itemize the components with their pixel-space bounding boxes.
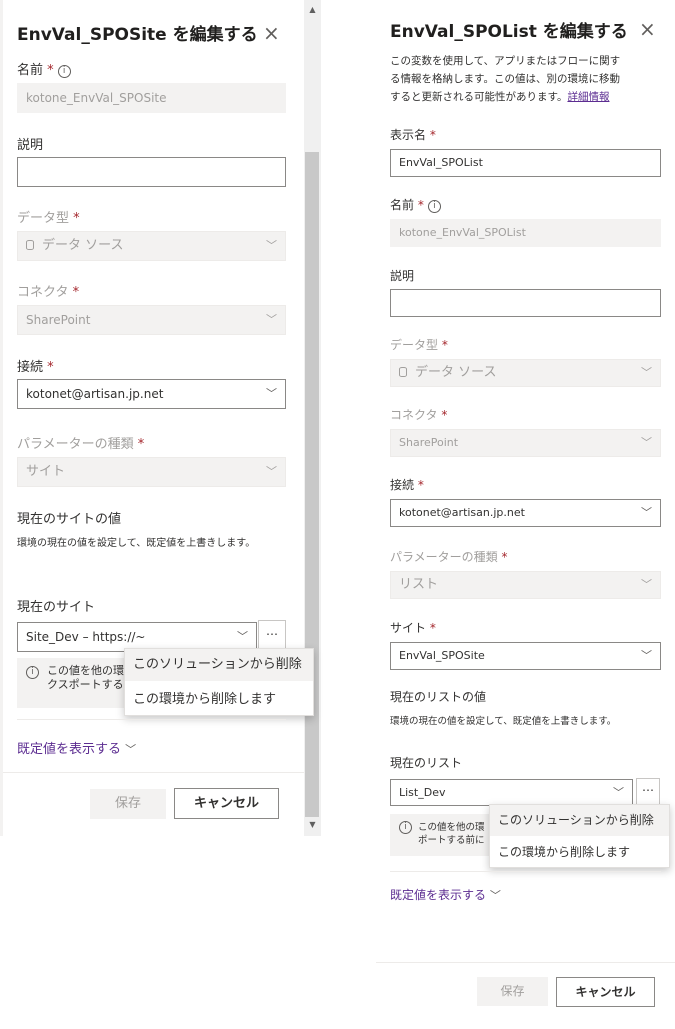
chevron-down-icon: ﹀ bbox=[266, 239, 277, 252]
close-icon[interactable]: × bbox=[263, 23, 280, 43]
current-list-dropdown[interactable]: List_Dev ﹀ bbox=[390, 779, 633, 806]
chevron-down-icon: ﹀ bbox=[125, 743, 137, 756]
menu-item-remove-from-solution[interactable]: このソリューションから削除 bbox=[490, 805, 669, 836]
scrollbar-thumb[interactable] bbox=[305, 152, 319, 817]
param-type-dropdown: リスト ﹀ bbox=[390, 571, 661, 599]
menu-item-remove-from-environment[interactable]: この環境から削除します bbox=[490, 837, 669, 867]
param-type-label: パラメーターの種類 * bbox=[390, 550, 508, 564]
divider bbox=[17, 719, 286, 720]
connection-label: 接続 * bbox=[17, 360, 54, 375]
display-name-input[interactable]: EnvVal_SPOList bbox=[390, 149, 661, 177]
chevron-down-icon: ﹀ bbox=[641, 649, 652, 662]
site-label: サイト * bbox=[390, 621, 436, 635]
display-name-label: 表示名 * bbox=[390, 128, 436, 142]
param-type-dropdown: サイト ﹀ bbox=[17, 457, 286, 487]
param-type-label: パラメーターの種類 * bbox=[17, 437, 145, 452]
panel-title: EnvVal_SPOList を編集する bbox=[390, 22, 628, 42]
save-button[interactable]: 保存 bbox=[90, 789, 166, 819]
show-default-toggle[interactable]: 既定値を表示する ﹀ bbox=[390, 886, 501, 903]
info-icon: i bbox=[399, 821, 412, 834]
current-value-description: 環境の現在の値を設定して、既定値を上書きします。 bbox=[17, 538, 256, 549]
chevron-down-icon: ﹀ bbox=[641, 506, 652, 519]
info-icon[interactable]: i bbox=[427, 200, 441, 213]
scroll-down-arrow-icon[interactable]: ▼ bbox=[304, 817, 321, 833]
cancel-button[interactable]: キャンセル bbox=[174, 788, 279, 819]
more-options-button[interactable]: ⋯ bbox=[636, 778, 660, 805]
current-value-header: 現在のリストの値 bbox=[390, 690, 487, 704]
description-label: 説明 bbox=[390, 269, 415, 283]
current-value-header: 現在のサイトの値 bbox=[17, 512, 122, 527]
chevron-down-icon: ﹀ bbox=[641, 436, 652, 449]
connection-dropdown[interactable]: kotonet@artisan.jp.net ﹀ bbox=[17, 379, 286, 409]
more-options-button[interactable]: ⋯ bbox=[258, 620, 286, 650]
chevron-down-icon: ﹀ bbox=[237, 630, 248, 643]
datatype-dropdown: データ ソース ﹀ bbox=[390, 359, 661, 387]
menu-item-remove-from-environment[interactable]: この環境から削除します bbox=[125, 684, 313, 715]
footer-divider bbox=[3, 772, 304, 773]
cancel-button[interactable]: キャンセル bbox=[556, 977, 655, 1007]
datatype-label: データ型 * bbox=[17, 211, 80, 226]
current-value-description: 環境の現在の値を設定して、既定値を上書きします。 bbox=[390, 716, 617, 727]
info-icon[interactable]: i bbox=[57, 65, 71, 78]
description-label: 説明 bbox=[17, 138, 44, 153]
save-button[interactable]: 保存 bbox=[477, 977, 548, 1006]
current-site-label: 現在のサイト bbox=[17, 600, 96, 615]
divider bbox=[390, 871, 661, 872]
chevron-down-icon: ﹀ bbox=[266, 387, 277, 400]
description-input[interactable] bbox=[390, 289, 661, 317]
database-icon bbox=[399, 367, 407, 377]
chevron-down-icon: ﹀ bbox=[641, 578, 652, 591]
chevron-down-icon: ﹀ bbox=[489, 889, 501, 902]
datatype-label: データ型 * bbox=[390, 338, 448, 352]
footer-divider bbox=[376, 962, 675, 963]
connector-label: コネクタ * bbox=[390, 408, 448, 422]
connector-dropdown: SharePoint ﹀ bbox=[390, 429, 661, 457]
connector-label: コネクタ * bbox=[17, 285, 80, 300]
connector-dropdown: SharePoint ﹀ bbox=[17, 305, 286, 335]
name-label: 名前 * i bbox=[17, 59, 71, 78]
chevron-down-icon: ﹀ bbox=[613, 786, 624, 799]
name-field: kotone_EnvVal_SPOList bbox=[390, 219, 661, 247]
chevron-down-icon: ﹀ bbox=[266, 313, 277, 326]
name-field: kotone_EnvVal_SPOSite bbox=[17, 83, 286, 113]
panel-title: EnvVal_SPOSite を編集する bbox=[17, 25, 258, 45]
show-default-toggle[interactable]: 既定値を表示する ﹀ bbox=[17, 738, 136, 757]
description-input[interactable] bbox=[17, 157, 286, 187]
chevron-down-icon: ﹀ bbox=[641, 366, 652, 379]
info-icon: i bbox=[26, 666, 39, 679]
connection-label: 接続 * bbox=[390, 478, 424, 492]
datatype-dropdown: データ ソース ﹀ bbox=[17, 231, 286, 261]
intro-text: この変数を使用して、アプリまたはフローに関す る情報を格納します。この値は、別の… bbox=[390, 55, 621, 103]
menu-item-remove-from-solution[interactable]: このソリューションから削除 bbox=[125, 649, 313, 681]
database-icon bbox=[26, 240, 34, 250]
learn-more-link[interactable]: 詳細情報 bbox=[567, 91, 609, 103]
chevron-down-icon: ﹀ bbox=[266, 465, 277, 478]
current-list-label: 現在のリスト bbox=[390, 756, 463, 770]
site-dropdown[interactable]: EnvVal_SPOSite ﹀ bbox=[390, 642, 661, 670]
connection-dropdown[interactable]: kotonet@artisan.jp.net ﹀ bbox=[390, 499, 661, 527]
scroll-up-arrow-icon[interactable]: ▲ bbox=[304, 2, 321, 18]
name-label: 名前 * i bbox=[390, 196, 441, 213]
close-icon[interactable]: × bbox=[639, 19, 656, 39]
